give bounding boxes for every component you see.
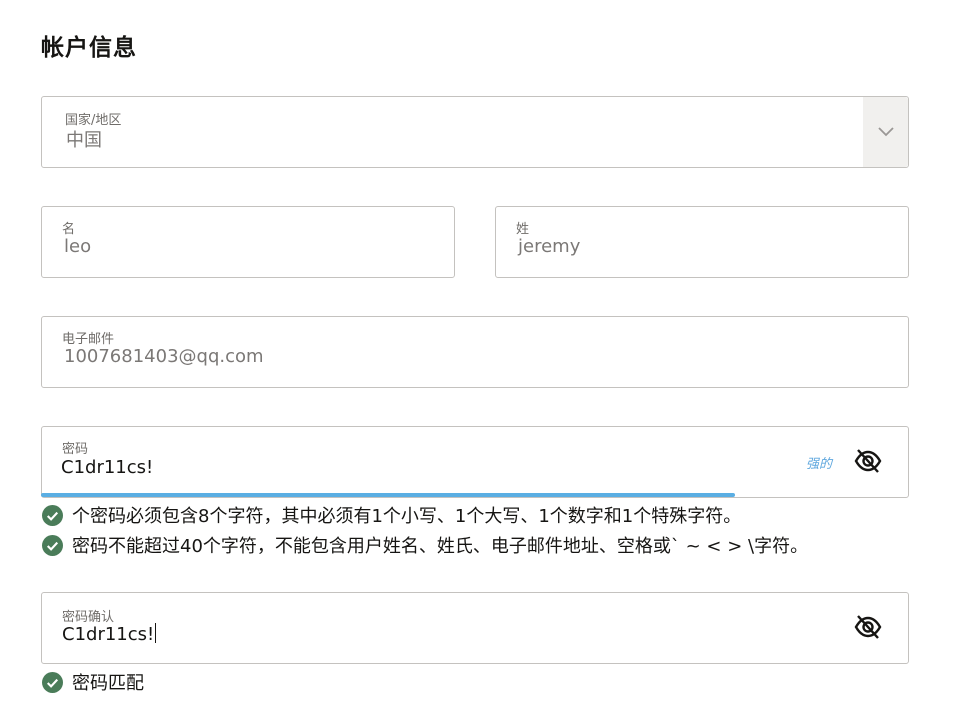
password-rule-1: 个密码必须包含8个字符，其中必须有1个小写、1个大写、1个数字和1个特殊字符。 — [42, 502, 741, 528]
email-label: 电子邮件 — [62, 332, 115, 347]
password-label: 密码 — [62, 442, 89, 457]
check-circle-icon — [42, 534, 63, 556]
first-name-input[interactable]: leo — [64, 236, 91, 257]
password-rule-2-text: 密码不能超过40个字符，不能包含用户姓名、姓氏、电子邮件地址、空格或` ~ < … — [72, 536, 809, 557]
confirm-password-input[interactable]: C1dr11cs! — [62, 623, 157, 645]
first-name-label: 名 — [62, 222, 76, 237]
password-strength-bar — [41, 493, 735, 497]
chevron-down-icon — [877, 127, 894, 137]
password-match-status: 密码匹配 — [42, 669, 144, 695]
country-select[interactable]: 国家/地区 中国 — [41, 96, 909, 168]
confirm-password-value: C1dr11cs! — [62, 624, 155, 645]
country-value: 中国 — [66, 130, 102, 151]
confirm-password-field[interactable]: 密码确认 C1dr11cs! — [41, 592, 909, 664]
country-dropdown-button[interactable] — [863, 97, 908, 167]
password-match-text: 密码匹配 — [72, 673, 144, 694]
password-rule-1-text: 个密码必须包含8个字符，其中必须有1个小写、1个大写、1个数字和1个特殊字符。 — [72, 506, 742, 527]
page-title: 帐户信息 — [41, 35, 137, 61]
password-field[interactable]: 密码 C1dr11cs! 强的 — [41, 426, 909, 498]
last-name-label: 姓 — [516, 222, 530, 237]
email-input[interactable]: 1007681403@qq.com — [64, 346, 264, 367]
password-rule-2: 密码不能超过40个字符，不能包含用户姓名、姓氏、电子邮件地址、空格或` ~ < … — [42, 532, 808, 558]
last-name-input[interactable]: jeremy — [518, 236, 580, 257]
password-strength-label: 强的 — [805, 457, 832, 472]
last-name-field[interactable]: 姓 jeremy — [495, 206, 909, 278]
eye-slash-icon[interactable] — [854, 613, 882, 641]
first-name-field[interactable]: 名 leo — [41, 206, 455, 278]
text-cursor — [155, 623, 157, 643]
email-field[interactable]: 电子邮件 1007681403@qq.com — [41, 316, 909, 388]
check-circle-icon — [42, 671, 63, 693]
password-input[interactable]: C1dr11cs! — [61, 457, 153, 478]
eye-slash-icon[interactable] — [854, 447, 882, 475]
check-circle-icon — [42, 504, 63, 526]
